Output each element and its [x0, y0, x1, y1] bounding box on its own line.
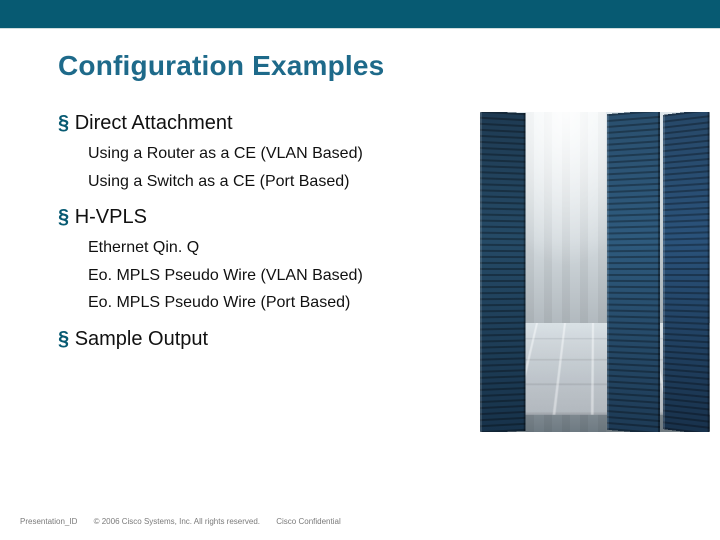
page-title: Configuration Examples: [58, 50, 384, 82]
section-heading: Direct Attachment: [58, 112, 478, 135]
section-sub: Ethernet Qin. Q: [88, 237, 478, 259]
photo-rack-left: [480, 112, 526, 432]
section-heading: H-VPLS: [58, 206, 478, 229]
section-heading: Sample Output: [58, 328, 478, 351]
section-sub: Eo. MPLS Pseudo Wire (Port Based): [88, 292, 478, 314]
section-sub: Using a Router as a CE (VLAN Based): [88, 143, 478, 165]
footer-confidential: Cisco Confidential: [276, 517, 340, 526]
photo-rack-right-2: [663, 112, 710, 432]
section: H-VPLS Ethernet Qin. Q Eo. MPLS Pseudo W…: [58, 206, 478, 314]
top-bar: [0, 0, 720, 28]
slide: Configuration Examples Direct Attachment…: [0, 0, 720, 540]
photo-rack-right-1: [607, 112, 660, 432]
section: Direct Attachment Using a Router as a CE…: [58, 112, 478, 192]
footer-presentation-id: Presentation_ID: [20, 517, 77, 526]
section: Sample Output: [58, 328, 478, 351]
datacenter-photo: [480, 112, 710, 432]
section-sub: Eo. MPLS Pseudo Wire (VLAN Based): [88, 265, 478, 287]
content: Direct Attachment Using a Router as a CE…: [58, 112, 478, 365]
footer-copyright: © 2006 Cisco Systems, Inc. All rights re…: [94, 517, 260, 526]
section-sub: Using a Switch as a CE (Port Based): [88, 171, 478, 193]
footer: Presentation_ID © 2006 Cisco Systems, In…: [20, 517, 355, 526]
